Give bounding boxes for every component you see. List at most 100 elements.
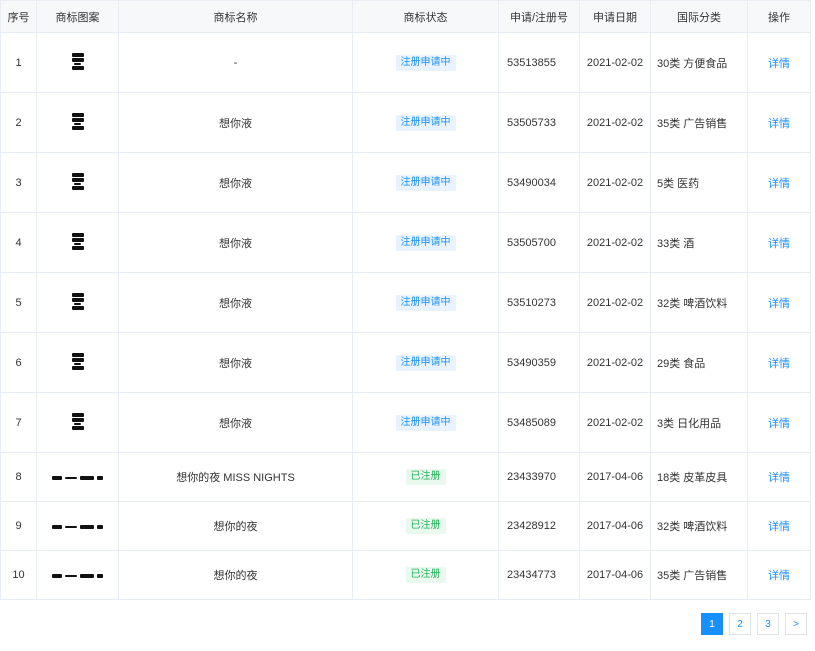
cell-status: 注册申请中 [352, 32, 499, 93]
cell-date: 2017-04-06 [579, 501, 651, 551]
cell-date: 2021-02-02 [579, 272, 651, 333]
trademark-table: 序号 商标图案 商标名称 商标状态 申请/注册号 申请日期 国际分类 操作 1 -… [0, 0, 811, 600]
cell-status: 已注册 [352, 452, 499, 502]
cell-name: 想你液 [118, 392, 353, 453]
cell-name: 想你液 [118, 212, 353, 273]
cell-index: 7 [0, 392, 37, 453]
status-badge: 已注册 [405, 518, 446, 534]
cell-category: 30类 方便食品 [650, 32, 748, 93]
status-badge: 注册申请中 [395, 234, 456, 251]
cell-date: 2021-02-02 [579, 92, 651, 153]
cell-category: 32类 啤酒饮料 [650, 272, 748, 333]
cell-status: 注册申请中 [352, 92, 499, 153]
cell-status: 注册申请中 [352, 332, 499, 393]
detail-link[interactable]: 详情 [768, 570, 790, 582]
page-2-button[interactable]: 2 [729, 613, 751, 635]
pagination: 1 2 3 > [701, 613, 807, 635]
trademark-logo-image [71, 352, 84, 371]
cell-status: 注册申请中 [352, 392, 499, 453]
cell-name: 想你液 [118, 272, 353, 333]
cell-action: 详情 [747, 501, 811, 551]
cell-name: - [118, 32, 353, 93]
cell-number: 53505733 [498, 92, 580, 153]
cell-action: 详情 [747, 452, 811, 502]
cell-category: 35类 广告销售 [650, 92, 748, 153]
next-page-button[interactable]: > [785, 613, 807, 635]
status-badge: 注册申请中 [395, 114, 456, 131]
cell-index: 10 [0, 550, 37, 600]
header-name: 商标名称 [118, 0, 353, 33]
cell-date: 2021-02-02 [579, 332, 651, 393]
detail-link[interactable]: 详情 [768, 298, 790, 310]
page-3-button[interactable]: 3 [757, 613, 779, 635]
header-number: 申请/注册号 [498, 0, 580, 33]
cell-date: 2021-02-02 [579, 212, 651, 273]
cell-number: 53513855 [498, 32, 580, 93]
trademark-logo-image [71, 292, 84, 311]
cell-name: 想你的夜 [118, 550, 353, 600]
cell-logo [36, 212, 119, 273]
cell-logo [36, 152, 119, 213]
cell-number: 23433970 [498, 452, 580, 502]
cell-name: 想你液 [118, 92, 353, 153]
detail-link[interactable]: 详情 [768, 472, 790, 484]
header-category: 国际分类 [650, 0, 748, 33]
header-action: 操作 [747, 0, 811, 33]
cell-number: 23428912 [498, 501, 580, 551]
header-index: 序号 [0, 0, 37, 33]
detail-link[interactable]: 详情 [768, 238, 790, 250]
cell-index: 2 [0, 92, 37, 153]
cell-action: 详情 [747, 550, 811, 600]
detail-link[interactable]: 详情 [768, 178, 790, 190]
status-badge: 已注册 [405, 567, 446, 583]
status-badge: 注册申请中 [395, 54, 456, 71]
header-status: 商标状态 [352, 0, 499, 33]
trademark-logo-image [52, 525, 103, 529]
cell-index: 3 [0, 152, 37, 213]
table-row: 5 想你液 注册申请中 53510273 2021-02-02 32类 啤酒饮料 详情 [0, 272, 811, 333]
cell-name: 想你的夜 MISS NIGHTS [118, 452, 353, 502]
cell-action: 详情 [747, 92, 811, 153]
table-row: 4 想你液 注册申请中 53505700 2021-02-02 33类 酒 详情 [0, 212, 811, 273]
cell-number: 53505700 [498, 212, 580, 273]
detail-link[interactable]: 详情 [768, 521, 790, 533]
cell-number: 53490359 [498, 332, 580, 393]
detail-link[interactable]: 详情 [768, 58, 790, 70]
detail-link[interactable]: 详情 [768, 358, 790, 370]
table-row: 1 - 注册申请中 53513855 2021-02-02 30类 方便食品 详情 [0, 32, 811, 93]
table-row: 3 想你液 注册申请中 53490034 2021-02-02 5类 医药 详情 [0, 152, 811, 213]
table-row: 10 想你的夜 已注册 23434773 2017-04-06 35类 广告销售 详情 [0, 550, 811, 600]
trademark-logo-image [71, 112, 84, 131]
trademark-logo-image [71, 412, 84, 431]
cell-number: 53510273 [498, 272, 580, 333]
page-1-button[interactable]: 1 [701, 613, 723, 635]
detail-link[interactable]: 详情 [768, 418, 790, 430]
cell-name: 想你液 [118, 152, 353, 213]
header-logo: 商标图案 [36, 0, 119, 33]
detail-link[interactable]: 详情 [768, 118, 790, 130]
status-badge: 注册申请中 [395, 354, 456, 371]
cell-logo [36, 272, 119, 333]
cell-status: 注册申请中 [352, 272, 499, 333]
cell-logo [36, 501, 119, 551]
cell-action: 详情 [747, 212, 811, 273]
cell-status: 已注册 [352, 550, 499, 600]
cell-date: 2021-02-02 [579, 32, 651, 93]
status-badge: 注册申请中 [395, 414, 456, 431]
cell-logo [36, 92, 119, 153]
cell-action: 详情 [747, 32, 811, 93]
table-row: 6 想你液 注册申请中 53490359 2021-02-02 29类 食品 详情 [0, 332, 811, 393]
cell-category: 33类 酒 [650, 212, 748, 273]
trademark-logo-image [71, 232, 84, 251]
table-row: 9 想你的夜 已注册 23428912 2017-04-06 32类 啤酒饮料 详情 [0, 501, 811, 551]
cell-date: 2021-02-02 [579, 392, 651, 453]
cell-name: 想你液 [118, 332, 353, 393]
cell-date: 2021-02-02 [579, 152, 651, 213]
cell-status: 已注册 [352, 501, 499, 551]
table-header-row: 序号 商标图案 商标名称 商标状态 申请/注册号 申请日期 国际分类 操作 [0, 0, 811, 33]
cell-index: 8 [0, 452, 37, 502]
cell-logo [36, 392, 119, 453]
status-badge: 注册申请中 [395, 174, 456, 191]
cell-logo [36, 550, 119, 600]
cell-category: 29类 食品 [650, 332, 748, 393]
